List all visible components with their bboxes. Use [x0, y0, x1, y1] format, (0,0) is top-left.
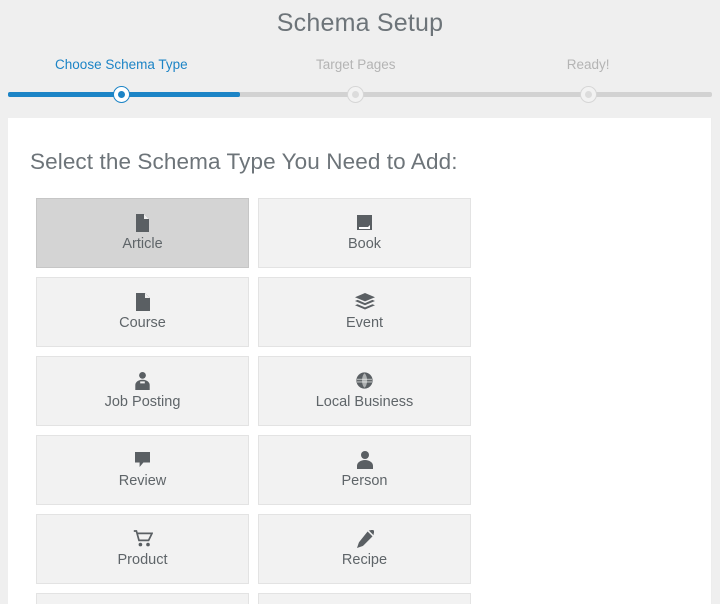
- schema-type-card-software-application[interactable]: Software Application: [258, 593, 471, 604]
- schema-type-card-person[interactable]: Person: [258, 435, 471, 505]
- schema-type-card-recipe[interactable]: Recipe: [258, 514, 471, 584]
- shopping-cart-icon: [133, 529, 153, 548]
- schema-type-label: Book: [348, 235, 381, 253]
- schema-type-label: Review: [119, 472, 167, 490]
- schema-type-label: Job Posting: [105, 393, 181, 411]
- content-panel: Select the Schema Type You Need to Add: …: [8, 118, 712, 604]
- book-icon: [356, 213, 373, 232]
- wizard-step-marker-3[interactable]: [580, 86, 597, 103]
- user-icon: [357, 450, 373, 469]
- schema-type-label: Article: [122, 235, 162, 253]
- wizard-step-marker-dot: [585, 91, 592, 98]
- wizard-step-labels: Choose Schema Type Target Pages Ready!: [8, 56, 712, 82]
- wizard-step-label-2[interactable]: Target Pages: [316, 56, 396, 74]
- schema-type-card-article[interactable]: Article: [36, 198, 249, 268]
- wizard-step-bar: Choose Schema Type Target Pages Ready!: [8, 56, 712, 104]
- schema-type-card-review[interactable]: Review: [36, 435, 249, 505]
- user-tie-icon: [134, 371, 151, 390]
- wizard-step-marker-1[interactable]: [113, 86, 130, 103]
- file-icon: [136, 292, 150, 311]
- schema-type-card-service[interactable]: Service: [36, 593, 249, 604]
- comment-icon: [134, 450, 151, 469]
- wizard-step-marker-2[interactable]: [347, 86, 364, 103]
- carrot-icon: [356, 529, 374, 548]
- panel-heading: Select the Schema Type You Need to Add:: [8, 118, 711, 176]
- wizard-step-label-1[interactable]: Choose Schema Type: [55, 56, 188, 74]
- page-title: Schema Setup: [0, 0, 720, 38]
- document-icon: [135, 213, 150, 232]
- schema-type-label: Product: [118, 551, 168, 569]
- schema-type-card-event[interactable]: Event: [258, 277, 471, 347]
- schema-type-card-job-posting[interactable]: Job Posting: [36, 356, 249, 426]
- schema-type-card-local-business[interactable]: Local Business: [258, 356, 471, 426]
- schema-type-label: Course: [119, 314, 166, 332]
- schema-type-card-product[interactable]: Product: [36, 514, 249, 584]
- schema-type-card-book[interactable]: Book: [258, 198, 471, 268]
- schema-type-label: Person: [342, 472, 388, 490]
- wizard-step-marker-dot: [118, 91, 125, 98]
- schema-type-label: Recipe: [342, 551, 387, 569]
- wizard-header: Schema Setup Choose Schema Type Target Pa…: [0, 0, 720, 118]
- wizard-step-label-3[interactable]: Ready!: [567, 56, 610, 74]
- schema-type-label: Local Business: [316, 393, 414, 411]
- globe-icon: [356, 371, 373, 390]
- schema-type-card-course[interactable]: Course: [36, 277, 249, 347]
- wizard-step-marker-dot: [352, 91, 359, 98]
- schema-type-label: Event: [346, 314, 383, 332]
- schema-type-grid: Article Book Course Event Job Posting Local B…: [8, 176, 680, 604]
- layers-icon: [355, 292, 375, 311]
